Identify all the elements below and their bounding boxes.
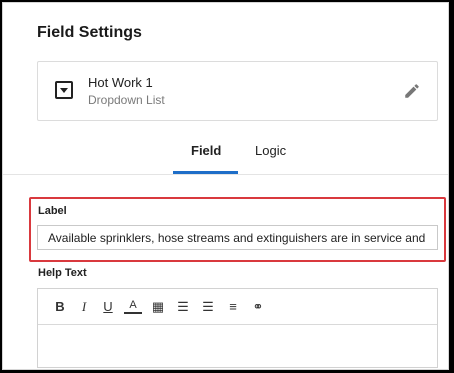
tab-divider (3, 174, 448, 175)
panel-title: Field Settings (37, 24, 142, 41)
pencil-icon[interactable] (403, 82, 421, 100)
ordered-list-icon[interactable]: ☰ (174, 298, 192, 316)
help-text-heading: Help Text (38, 267, 87, 279)
field-name: Hot Work 1 (88, 75, 153, 90)
help-text-input[interactable] (38, 325, 437, 369)
tab-logic[interactable]: Logic (255, 143, 286, 158)
link-icon[interactable]: ⚭ (249, 298, 267, 316)
text-color-icon[interactable]: A (124, 298, 142, 314)
label-heading: Label (38, 205, 67, 217)
dropdown-list-icon (55, 81, 73, 99)
help-text-editor: B I U A ▦ ☰ ☰ ≡ ⚭ (37, 288, 438, 368)
editor-toolbar: B I U A ▦ ☰ ☰ ≡ ⚭ (38, 289, 437, 325)
bold-icon[interactable]: B (51, 298, 69, 316)
field-settings-panel: Field Settings Hot Work 1 Dropdown List … (2, 2, 449, 370)
tab-field[interactable]: Field (191, 143, 221, 158)
highlight-icon[interactable]: ▦ (149, 298, 167, 316)
field-card: Hot Work 1 Dropdown List (37, 61, 438, 121)
bullet-list-icon[interactable]: ☰ (199, 298, 217, 316)
tab-bar: Field Logic (3, 143, 448, 175)
label-input[interactable] (37, 225, 438, 250)
italic-icon[interactable]: I (75, 298, 93, 316)
underline-icon[interactable]: U (99, 298, 117, 316)
align-left-icon[interactable]: ≡ (224, 298, 242, 316)
field-type: Dropdown List (88, 93, 165, 107)
